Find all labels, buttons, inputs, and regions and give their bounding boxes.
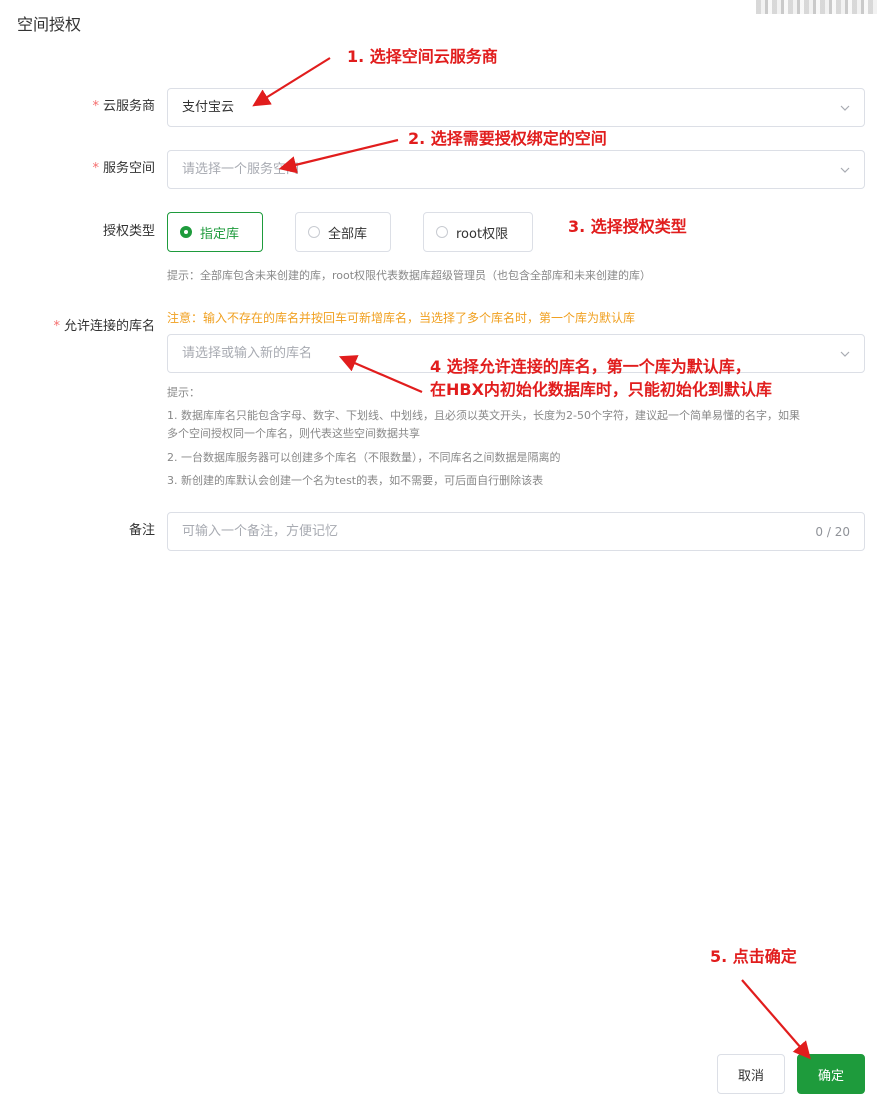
space-select[interactable]: 请选择一个服务空间	[167, 150, 865, 189]
db-tips-title: 提示：	[167, 386, 200, 399]
auth-type-all[interactable]: 全部库	[295, 212, 391, 252]
db-label: * 允许连接的库名	[53, 319, 155, 334]
annotation-step-3: 3. 选择授权类型	[568, 217, 687, 236]
remark-input[interactable]: 可输入一个备注，方便记忆 0 / 20	[167, 512, 865, 551]
dialog-title: 空间授权	[17, 15, 82, 34]
db-tip-3: 3. 新创建的库默认会创建一个名为test的表，如不需要，可后面自行删除该表	[167, 474, 544, 487]
radio-checked-icon	[180, 226, 192, 238]
remark-label: 备注	[128, 523, 155, 538]
db-tip-1: 1. 数据库库名只能包含字母、数字、下划线、中划线，且必须以英文开头，长度为2-…	[167, 409, 800, 422]
auth-type-root[interactable]: root权限	[423, 212, 533, 252]
provider-value: 支付宝云	[182, 99, 235, 115]
required-mark: *	[92, 99, 99, 114]
chevron-down-icon	[840, 351, 850, 357]
radio-unchecked-icon	[308, 226, 320, 238]
space-label: * 服务空间	[92, 161, 155, 176]
annotation-step-4-line-2: 在HBX内初始化数据库时，只能初始化到默认库	[430, 380, 772, 399]
annotation-step-4-line-1: 4 选择允许连接的库名，第一个库为默认库，	[430, 357, 751, 376]
remark-counter: 0 / 20	[815, 524, 850, 539]
required-mark: *	[53, 319, 60, 334]
auth-type-hint: 提示：全部库包含未来创建的库，root权限代表数据库超级管理员（也包含全部库和未…	[167, 269, 652, 282]
annotation-step-2: 2. 选择需要授权绑定的空间	[408, 129, 607, 148]
provider-label: * 云服务商	[92, 99, 155, 114]
db-tip-1-cont: 多个空间授权同一个库名，则代表这些空间数据共享	[167, 427, 420, 440]
space-placeholder: 请选择一个服务空间	[182, 161, 300, 177]
blurred-window-controls	[756, 0, 877, 14]
provider-select[interactable]: 支付宝云	[167, 88, 865, 127]
chevron-down-icon	[840, 167, 850, 173]
db-tip-2: 2. 一台数据库服务器可以创建多个库名（不限数量），不同库名之间数据是隔离的	[167, 451, 561, 464]
chevron-down-icon	[840, 105, 850, 111]
auth-type-specific[interactable]: 指定库	[167, 212, 263, 252]
auth-type-label: 授权类型	[102, 224, 155, 239]
arrow-step-5	[741, 979, 811, 1060]
confirm-button[interactable]: 确定	[797, 1054, 865, 1094]
cancel-button[interactable]: 取消	[717, 1054, 785, 1094]
required-mark: *	[92, 161, 99, 176]
annotation-step-5: 5. 点击确定	[710, 947, 797, 966]
radio-unchecked-icon	[436, 226, 448, 238]
annotation-step-1: 1. 选择空间云服务商	[347, 47, 498, 66]
db-warning: 注意：输入不存在的库名并按回车可新增库名，当选择了多个库名时，第一个库为默认库	[167, 311, 636, 325]
remark-placeholder: 可输入一个备注，方便记忆	[182, 523, 339, 539]
